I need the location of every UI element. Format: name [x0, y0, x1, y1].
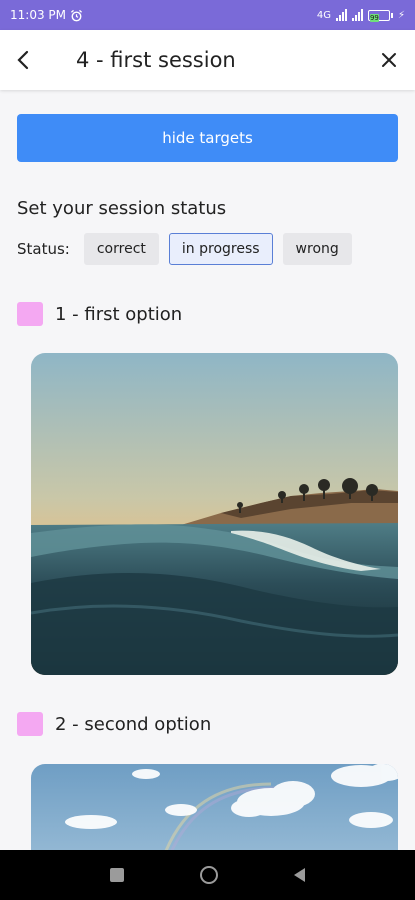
recent-apps-button[interactable] [110, 868, 124, 882]
main-content[interactable]: hide targets Set your session status Sta… [0, 90, 415, 850]
status-chip-in-progress[interactable]: in progress [168, 233, 273, 265]
alarm-clock-icon [70, 9, 83, 21]
sky-rainbow-image [31, 764, 398, 850]
charging-icon: ⚡ [397, 9, 405, 21]
app-bar: 4 - first session [0, 30, 415, 90]
status-bar: 11:03 PM 4G 99 ⚡ [0, 0, 415, 30]
option-checkbox-2[interactable] [17, 712, 43, 736]
signal-icon-2 [351, 9, 363, 21]
status-time: 11:03 PM [10, 8, 66, 22]
back-button[interactable] [0, 30, 48, 90]
status-label: Status: [17, 240, 70, 258]
battery-icon: 99 [367, 9, 393, 22]
hide-targets-button[interactable]: hide targets [17, 114, 398, 162]
option-label-2: 2 - second option [55, 713, 212, 735]
ocean-wave-image [31, 353, 398, 675]
option-row-1[interactable]: 1 - first option [17, 302, 182, 326]
close-icon [382, 53, 396, 67]
network-type: 4G [316, 9, 331, 21]
option-image-2[interactable] [31, 764, 398, 850]
battery-level: 99 [369, 13, 379, 22]
session-status-title: Set your session status [17, 198, 227, 219]
option-checkbox-1[interactable] [17, 302, 43, 326]
option-label-1: 1 - first option [55, 303, 183, 325]
back-arrow-icon [17, 50, 29, 70]
status-chip-wrong[interactable]: wrong [282, 233, 352, 265]
page-title: 4 - first session [76, 48, 236, 72]
system-back-button[interactable] [294, 868, 305, 882]
signal-icon [335, 9, 347, 21]
home-button[interactable] [200, 866, 218, 884]
close-button[interactable] [363, 30, 415, 90]
system-nav-bar [0, 850, 415, 900]
option-image-1[interactable] [31, 353, 398, 675]
option-row-2[interactable]: 2 - second option [17, 712, 211, 736]
status-chip-correct[interactable]: correct [83, 233, 159, 265]
status-row: Status: correct in progress wrong [17, 233, 362, 265]
